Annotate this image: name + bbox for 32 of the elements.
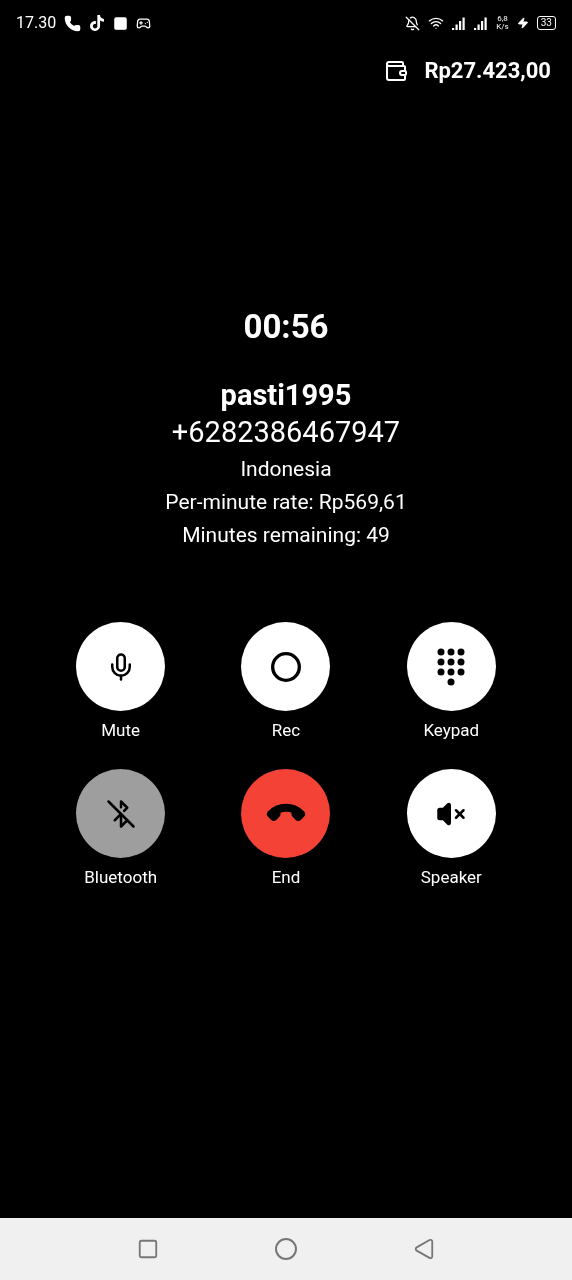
minutes-remaining: Minutes remaining: 49 [182,522,390,549]
phone-number: +6282386467947 [171,414,401,451]
battery-icon: 33 [536,16,556,30]
phone-icon [64,14,82,32]
signal-icon [474,16,489,30]
wallet-icon [384,58,409,83]
signal-icon [452,16,467,30]
app-icon [113,15,129,31]
gamepad-icon [136,15,152,31]
control-label: Keypad [423,719,480,741]
contact-name: pasti1995 [220,377,352,413]
record-icon [270,650,302,683]
control-label: Speaker [420,866,482,888]
country: Indonesia [240,456,332,483]
back-button[interactable] [412,1238,435,1260]
tiktok-icon [89,15,106,31]
recents-button[interactable] [137,1238,160,1260]
bluetooth-off-icon [105,798,136,829]
bell-off-icon [405,15,421,31]
control-label: End [271,866,301,888]
control-label: Rec [271,719,301,741]
clock: 17.30 [16,12,57,34]
call-timer: 00:56 [243,307,329,347]
wifi-icon [428,15,445,31]
network-speed: 6,8 K/s [496,15,509,31]
rate: Per-minute rate: Rp569,61 [165,489,407,516]
home-button[interactable] [274,1237,298,1261]
keypad-icon [436,646,467,687]
control-label: Mute [101,719,141,741]
control-label: Bluetooth [84,866,158,888]
balance: Rp27.423,00 [424,57,551,85]
charging-icon [516,17,529,29]
